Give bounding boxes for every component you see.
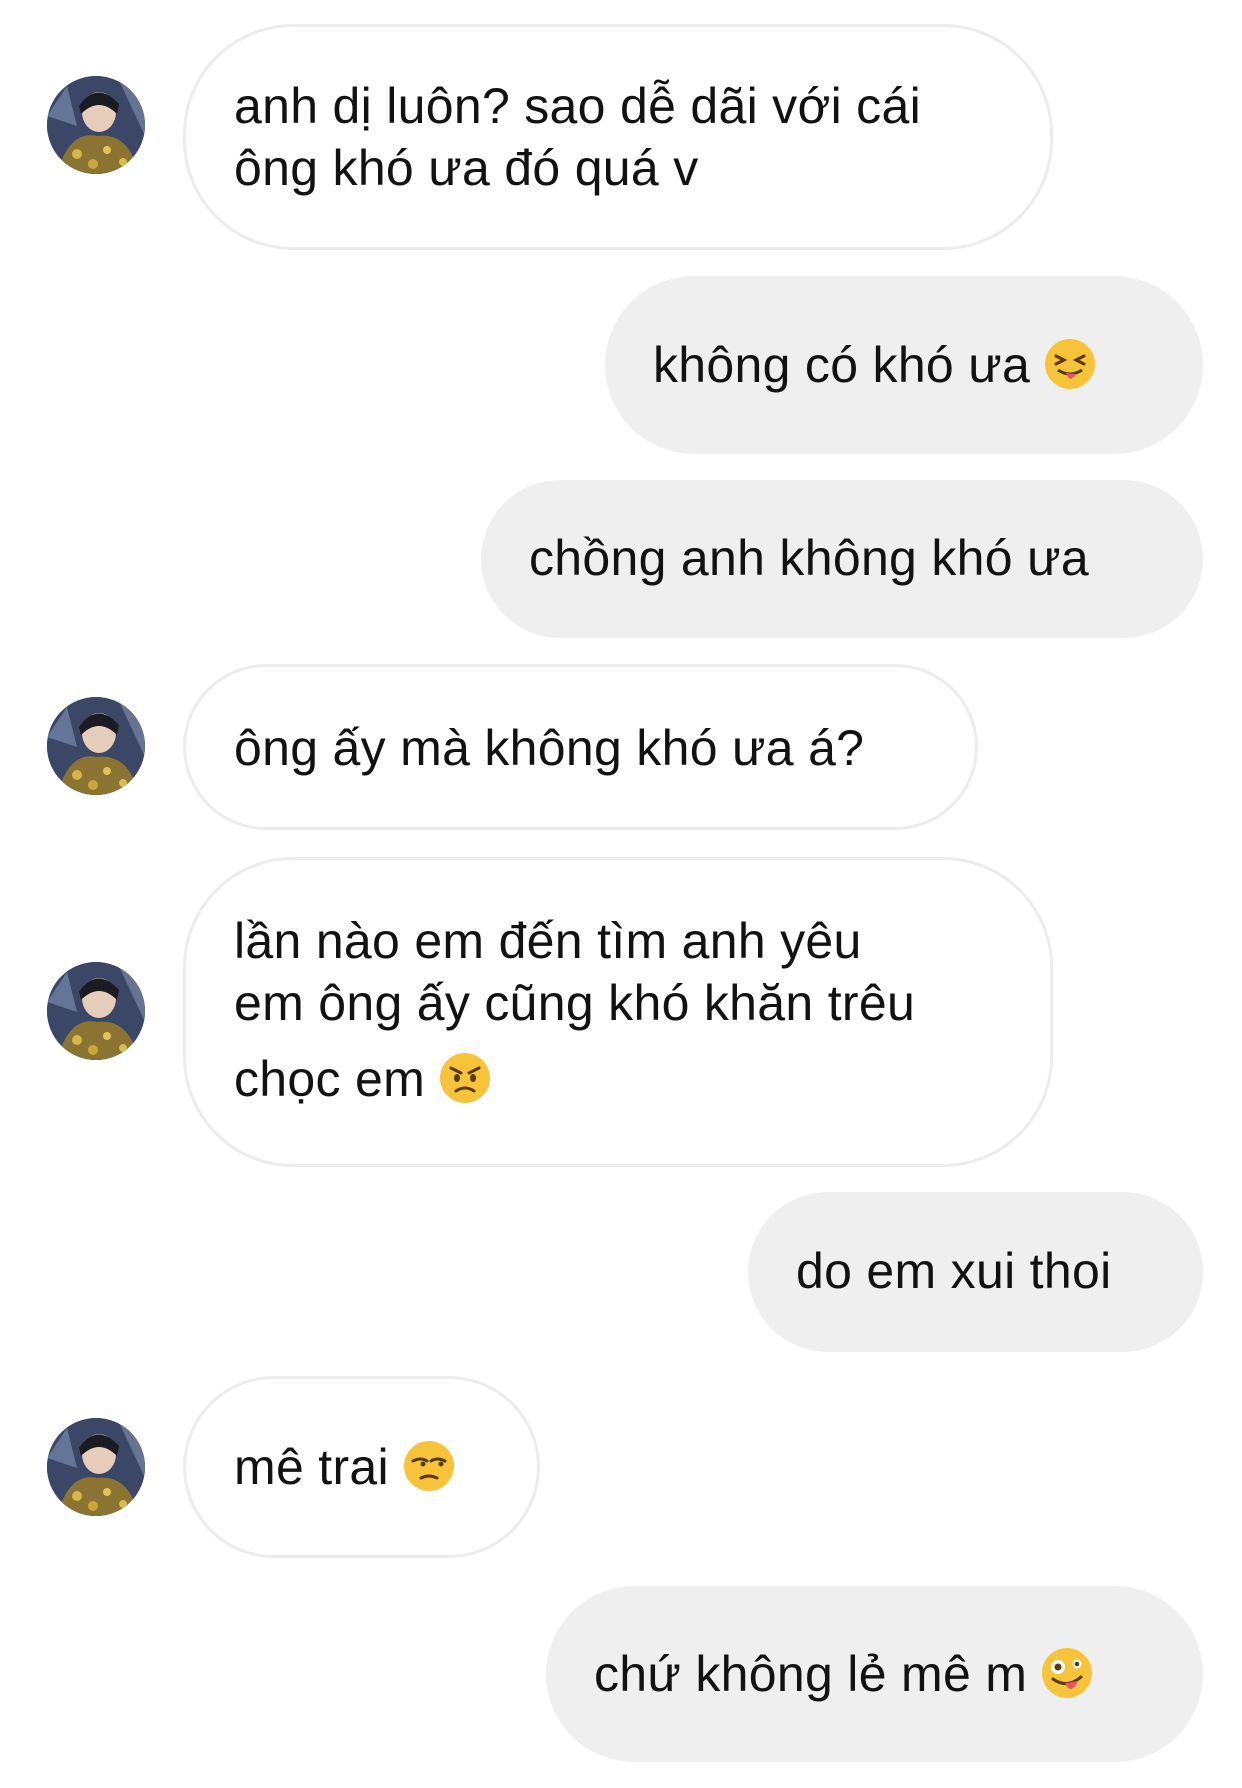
message-text: ông ấy mà không khó ưa á?: [234, 720, 865, 776]
message-text-line: em ông ấy cũng khó khăn trêu: [234, 975, 916, 1031]
message-text: chọc em: [234, 1051, 426, 1107]
message-text-line: lần nào em đến tìm anh yêu: [234, 913, 862, 969]
angry-face-icon: [440, 1053, 491, 1103]
received-message-bubble[interactable]: lần nào em đến tìm anh yêu em ông ấy cũn…: [183, 857, 1053, 1167]
contact-avatar[interactable]: [47, 697, 145, 795]
sent-message-bubble[interactable]: do em xui thoi: [748, 1192, 1203, 1352]
message-text: mê trai: [234, 1439, 389, 1495]
contact-avatar[interactable]: [47, 962, 145, 1060]
message-text-line: anh dị luôn? sao dễ dãi với cái: [234, 78, 921, 134]
contact-avatar[interactable]: [47, 76, 145, 174]
sent-message-bubble[interactable]: chứ không lẻ mê m: [546, 1586, 1203, 1762]
contact-avatar[interactable]: [47, 1418, 145, 1516]
squinting-face-with-tongue-icon: [1045, 339, 1096, 389]
zany-face-icon: [1042, 1648, 1093, 1698]
received-message-bubble[interactable]: ông ấy mà không khó ưa á?: [183, 664, 978, 830]
avatar-photo-icon: [47, 697, 145, 795]
message-text: chồng anh không khó ưa: [529, 530, 1089, 586]
received-message-bubble[interactable]: mê trai: [183, 1376, 540, 1558]
sent-message-bubble[interactable]: chồng anh không khó ưa: [481, 480, 1203, 638]
sent-message-bubble[interactable]: không có khó ưa: [605, 276, 1203, 454]
message-text: do em xui thoi: [796, 1243, 1112, 1299]
avatar-photo-icon: [47, 76, 145, 174]
message-text: chứ không lẻ mê m: [594, 1646, 1028, 1702]
avatar-photo-icon: [47, 1418, 145, 1516]
message-text-line: ông khó ưa đó quá v: [234, 140, 699, 196]
received-message-bubble[interactable]: anh dị luôn? sao dễ dãi với cái ông khó …: [183, 24, 1053, 250]
message-text-line: chọc em: [234, 1048, 1002, 1110]
unamused-face-icon: [403, 1441, 454, 1491]
message-text: không có khó ưa: [653, 337, 1031, 393]
avatar-photo-icon: [47, 962, 145, 1060]
